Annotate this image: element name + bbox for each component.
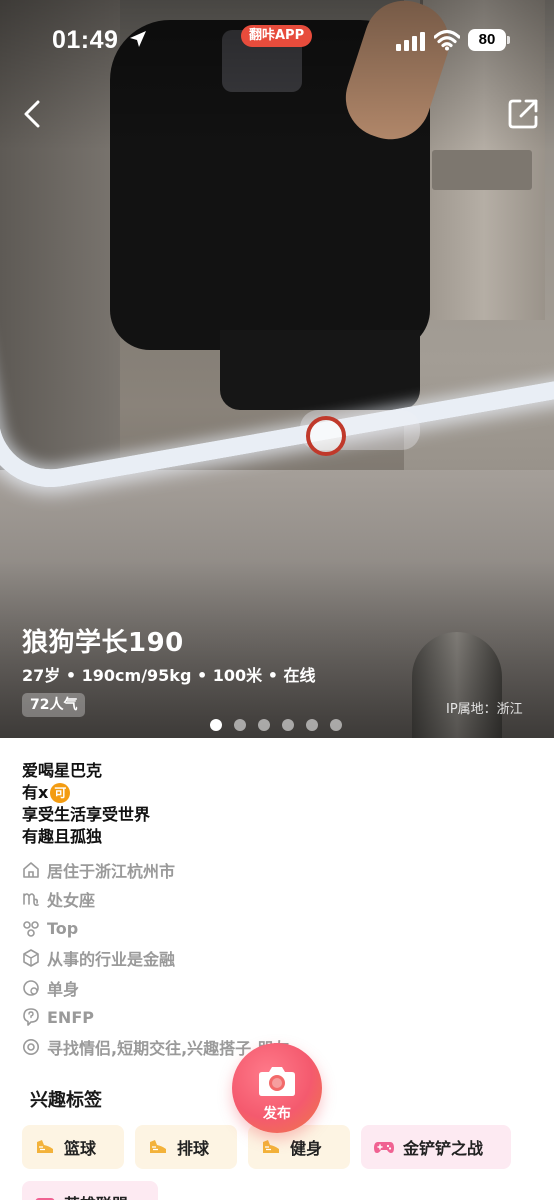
bio-emoji: 可 bbox=[50, 783, 71, 803]
interest-tag[interactable]: 金铲铲之战 bbox=[361, 1125, 511, 1169]
camera-icon bbox=[259, 1067, 295, 1096]
profile-meta: 27岁 • 190cm/95kg • 100米 • 在线 bbox=[22, 666, 316, 685]
interest-tag-label: 排球 bbox=[177, 1139, 210, 1158]
pager-dot[interactable] bbox=[282, 719, 294, 731]
profile-info-list: 居住于浙江杭州市 处女座 Top 从事的行业是金融 单身 ENFP 寻找情侣,短… bbox=[22, 855, 532, 1062]
info-industry: 从事的行业是金融 bbox=[22, 944, 532, 974]
popularity-badge: 72人气 bbox=[22, 693, 86, 717]
info-industry-text: 从事的行业是金融 bbox=[47, 950, 176, 970]
publish-button[interactable]: 发布 bbox=[232, 1043, 322, 1133]
no-smoking-icon bbox=[306, 416, 346, 456]
pager-dot[interactable] bbox=[306, 719, 318, 731]
share-button[interactable] bbox=[505, 96, 541, 132]
info-role-text: Top bbox=[47, 919, 79, 939]
gamepad-icon bbox=[35, 1198, 55, 1200]
interest-tag[interactable]: 篮球 bbox=[22, 1125, 124, 1169]
battery-tip bbox=[507, 36, 510, 44]
sneaker-icon bbox=[263, 1140, 279, 1153]
pager-dot[interactable] bbox=[210, 719, 222, 731]
ip-location: IP属地：浙江 bbox=[446, 702, 523, 717]
info-residence-text: 居住于浙江杭州市 bbox=[47, 861, 176, 881]
interest-tag-label: 健身 bbox=[290, 1139, 323, 1158]
profile-name: 狼狗学长190 bbox=[22, 628, 184, 658]
publish-label: 发布 bbox=[263, 1106, 291, 1122]
share-icon bbox=[508, 99, 538, 129]
target-icon bbox=[23, 1038, 39, 1055]
interests-title: 兴趣标签 bbox=[30, 1090, 102, 1111]
interest-tag[interactable]: 英雄联盟 bbox=[22, 1181, 158, 1200]
bio-line-text: 有x bbox=[22, 783, 49, 802]
info-relationship: 单身 bbox=[22, 973, 532, 1003]
question-bubble-icon bbox=[23, 1008, 39, 1027]
info-zodiac: 处女座 bbox=[22, 885, 532, 915]
interest-tag[interactable]: 排球 bbox=[135, 1125, 237, 1169]
bio-line: 享受生活享受世界 bbox=[22, 805, 151, 824]
interest-tag-label: 金铲铲之战 bbox=[403, 1139, 484, 1158]
sneaker-icon bbox=[150, 1140, 166, 1153]
home-icon bbox=[23, 861, 39, 878]
gamepad-icon bbox=[374, 1142, 394, 1153]
interest-tag-label: 篮球 bbox=[64, 1139, 97, 1158]
status-time: 01:49 bbox=[52, 26, 119, 54]
chevron-left-icon bbox=[24, 100, 40, 128]
app-pill[interactable]: 翻咔APP bbox=[241, 25, 313, 47]
bio-line: 有x 可 bbox=[22, 782, 532, 804]
info-role: Top bbox=[22, 914, 532, 944]
virgo-icon bbox=[23, 893, 39, 907]
pager-dot[interactable] bbox=[234, 719, 246, 731]
info-zodiac-text: 处女座 bbox=[47, 891, 96, 911]
photo-pager[interactable] bbox=[210, 719, 342, 731]
location-arrow-icon bbox=[130, 31, 146, 47]
pager-dot[interactable] bbox=[330, 719, 342, 731]
back-button[interactable] bbox=[16, 96, 50, 132]
bio-line: 爱喝星巴克 bbox=[22, 761, 103, 780]
heart-status-icon bbox=[23, 979, 39, 996]
info-residence: 居住于浙江杭州市 bbox=[22, 855, 532, 885]
role-icon bbox=[23, 920, 39, 937]
bio-section: 爱喝星巴克 有x 可 享受生活享受世界 有趣且孤独 bbox=[22, 760, 532, 848]
wifi-icon bbox=[434, 29, 460, 51]
interest-tag[interactable]: 健身 bbox=[248, 1125, 350, 1169]
status-bar: 01:49 翻咔APP 80 bbox=[0, 0, 554, 80]
sneaker-icon bbox=[37, 1140, 53, 1153]
battery-indicator: 80 bbox=[468, 29, 506, 51]
bio-line: 有趣且孤独 bbox=[22, 827, 103, 846]
pager-dot[interactable] bbox=[258, 719, 270, 731]
info-mbti-text: ENFP bbox=[47, 1007, 94, 1027]
industry-icon bbox=[23, 949, 39, 968]
info-relationship-text: 单身 bbox=[47, 979, 80, 999]
signal-icon bbox=[396, 32, 425, 51]
info-mbti: ENFP bbox=[22, 1003, 532, 1033]
interest-tag-label: 英雄联盟 bbox=[64, 1191, 128, 1200]
